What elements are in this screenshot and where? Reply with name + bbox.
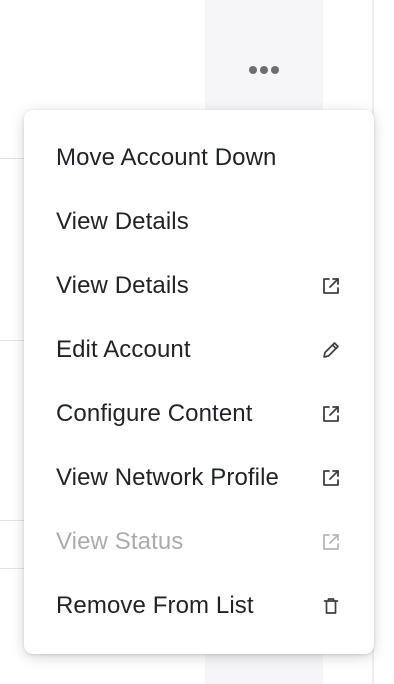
menu-item-view-details-external[interactable]: View Details [24, 254, 374, 318]
external-link-icon [320, 275, 342, 297]
account-actions-menu: Move Account Down View Details View Deta… [24, 110, 374, 654]
menu-item-view-details[interactable]: View Details [24, 190, 374, 254]
menu-item-label: View Details [56, 272, 189, 299]
menu-item-label: Configure Content [56, 400, 253, 427]
menu-item-edit-account[interactable]: Edit Account [24, 318, 374, 382]
menu-item-view-network-profile[interactable]: View Network Profile [24, 446, 374, 510]
external-link-icon [320, 403, 342, 425]
menu-item-label: Remove From List [56, 592, 254, 619]
pencil-icon [320, 339, 342, 361]
more-actions-button[interactable] [236, 52, 292, 88]
menu-item-configure-content[interactable]: Configure Content [24, 382, 374, 446]
menu-item-label: Move Account Down [56, 144, 277, 171]
menu-item-label: Edit Account [56, 336, 191, 363]
external-link-icon [320, 467, 342, 489]
menu-item-view-status: View Status [24, 510, 374, 574]
external-link-icon [320, 531, 342, 553]
menu-item-label: View Network Profile [56, 464, 279, 491]
menu-item-remove-from-list[interactable]: Remove From List [24, 574, 374, 638]
more-horizontal-icon [249, 66, 279, 74]
trash-icon [320, 595, 342, 617]
menu-item-move-account-down[interactable]: Move Account Down [24, 126, 374, 190]
menu-item-label: View Details [56, 208, 189, 235]
menu-item-label: View Status [56, 528, 184, 555]
